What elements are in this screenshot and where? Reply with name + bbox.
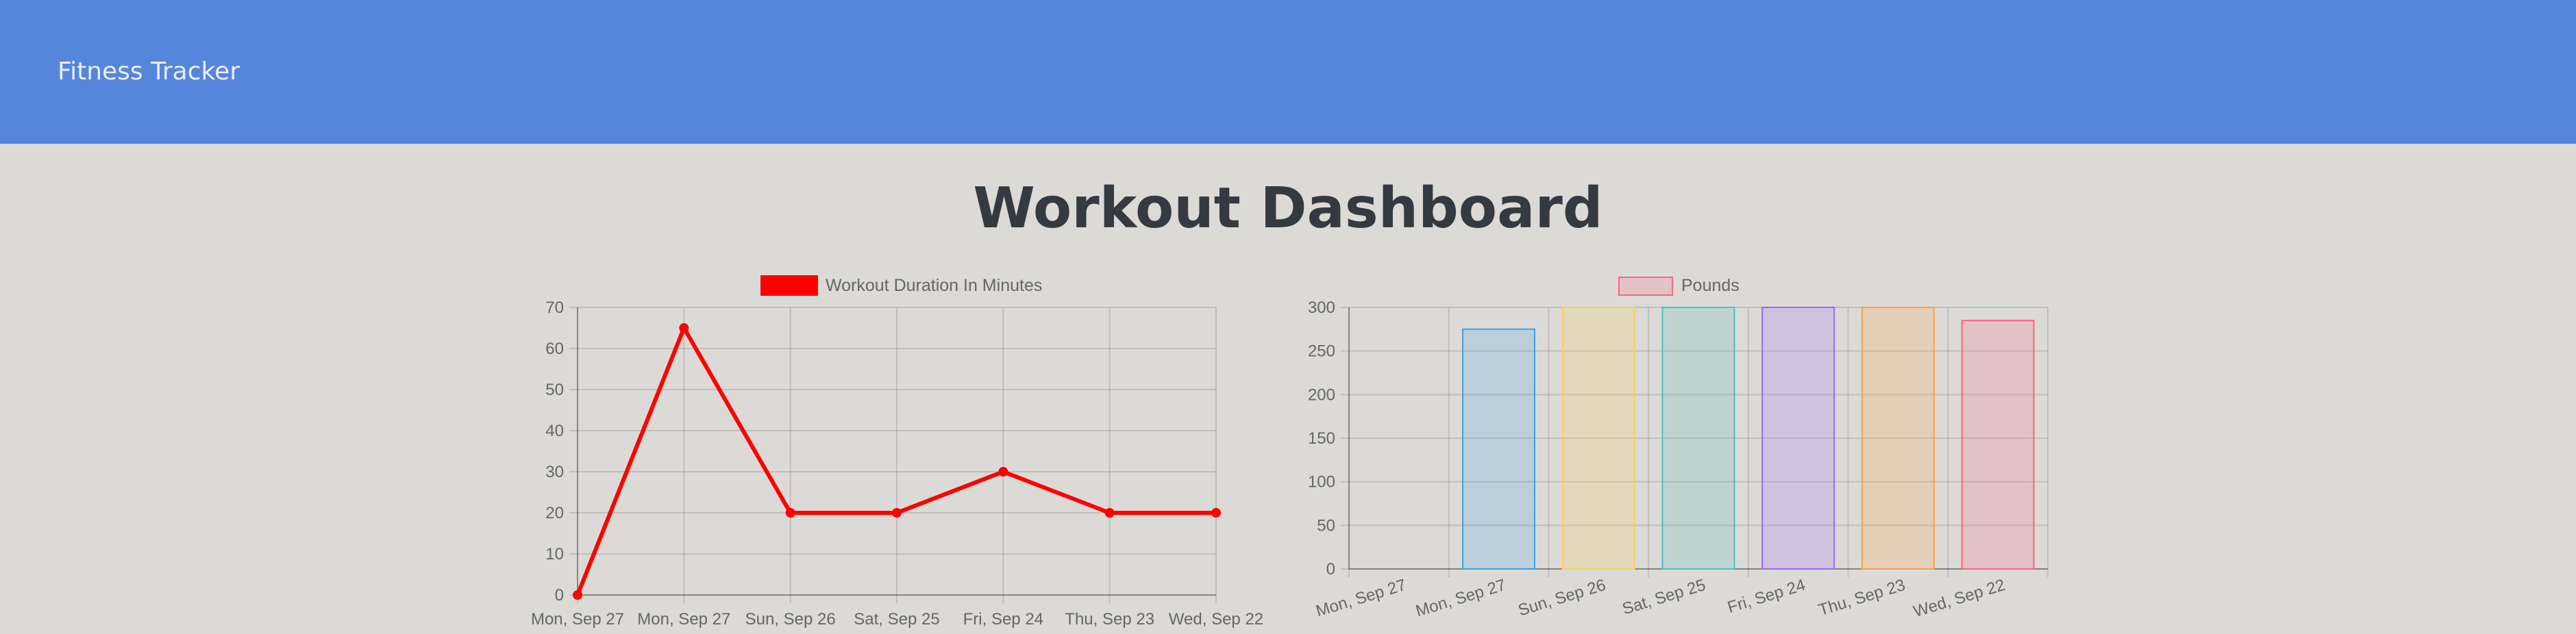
- legend-swatch: [1618, 277, 1673, 296]
- y-tick-label: 20: [545, 504, 564, 522]
- y-tick-label: 200: [1308, 385, 1335, 404]
- y-tick-label: 60: [545, 340, 564, 358]
- x-tick-label: Sat, Sep 25: [1620, 576, 1708, 618]
- pounds-bar-chart: Pounds 0 50 100 150 200 250 300 Mon, Sep 27 Mon, …: [1308, 276, 2048, 621]
- x-tick-label: Sun, Sep 26: [745, 610, 836, 629]
- line-chart-legend: Workout Duration In Minutes: [760, 275, 1042, 296]
- legend-swatch: [760, 275, 818, 296]
- data-point: [1211, 508, 1221, 518]
- x-tick-label: Sat, Sep 25: [854, 610, 939, 629]
- y-tick-label: 0: [1326, 560, 1335, 579]
- bar: [1661, 307, 1735, 570]
- x-tick-label: Mon, Sep 27: [1413, 576, 1508, 621]
- x-tick-label: Wed, Sep 22: [1911, 576, 2007, 621]
- bar-chart-legend: Pounds: [1618, 276, 1739, 296]
- y-tick-label: 10: [545, 545, 564, 563]
- y-tick-label: 100: [1308, 473, 1335, 492]
- data-point: [785, 508, 795, 518]
- bar: [1961, 320, 2035, 570]
- x-tick-label: Wed, Sep 22: [1169, 610, 1263, 629]
- y-tick-label: 70: [545, 299, 564, 317]
- y-tick-label: 40: [545, 422, 564, 440]
- x-tick-label: Thu, Sep 23: [1816, 576, 1907, 620]
- y-tick-label: 300: [1308, 299, 1335, 317]
- bar: [1561, 307, 1635, 570]
- y-tick-label: 150: [1308, 429, 1335, 448]
- bar: [1861, 307, 1935, 570]
- data-point: [1104, 508, 1115, 518]
- data-point: [998, 467, 1008, 477]
- data-point: [892, 508, 902, 518]
- y-tick-label: 50: [545, 381, 564, 399]
- bar: [1462, 328, 1536, 570]
- y-tick-label: 30: [545, 463, 564, 481]
- navbar: Fitness Tracker: [0, 0, 2576, 144]
- data-point: [573, 590, 582, 600]
- x-tick-label: Fri, Sep 24: [1725, 576, 1807, 617]
- y-tick-label: 0: [555, 586, 564, 605]
- x-tick-label: Thu, Sep 23: [1065, 610, 1154, 629]
- workout-duration-line-chart: Workout Duration In Minutes 0 10 20 30 40 50 60…: [531, 275, 1263, 629]
- bar: [1761, 307, 1835, 570]
- data-point: [679, 323, 689, 333]
- page-title: Workout Dashboard: [973, 176, 1603, 241]
- y-tick-label: 250: [1308, 342, 1335, 361]
- legend-label: Pounds: [1681, 276, 1739, 295]
- y-tick-label: 50: [1317, 516, 1335, 535]
- x-tick-label: Fri, Sep 24: [963, 610, 1043, 629]
- x-tick-label: Mon, Sep 27: [637, 610, 730, 629]
- legend-label: Workout Duration In Minutes: [826, 276, 1042, 295]
- x-tick-label: Mon, Sep 27: [1314, 576, 1409, 621]
- x-tick-label: Sun, Sep 26: [1516, 576, 1608, 620]
- x-tick-label: Mon, Sep 27: [531, 610, 624, 629]
- navbar-brand[interactable]: Fitness Tracker: [58, 55, 240, 89]
